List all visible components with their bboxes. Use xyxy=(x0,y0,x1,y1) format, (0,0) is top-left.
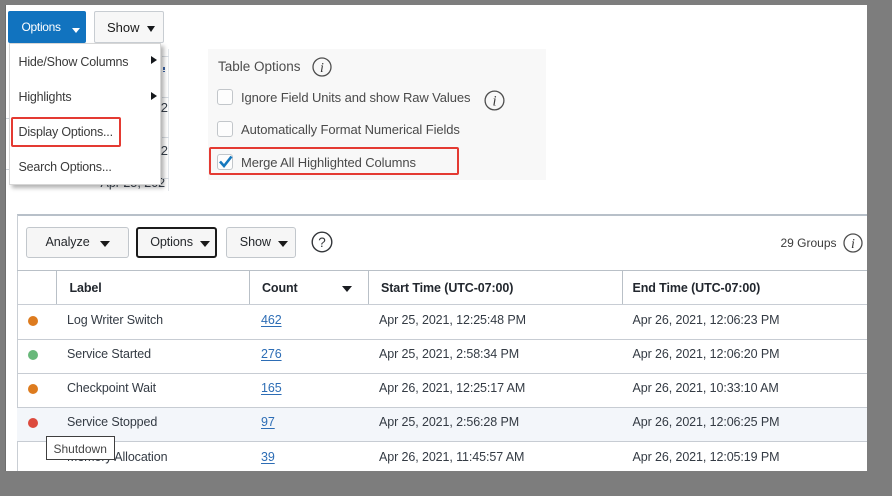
svg-text:i: i xyxy=(492,94,496,110)
svg-text:i: i xyxy=(320,61,324,76)
svg-text:?: ? xyxy=(318,235,326,250)
svg-text:i: i xyxy=(851,237,855,252)
